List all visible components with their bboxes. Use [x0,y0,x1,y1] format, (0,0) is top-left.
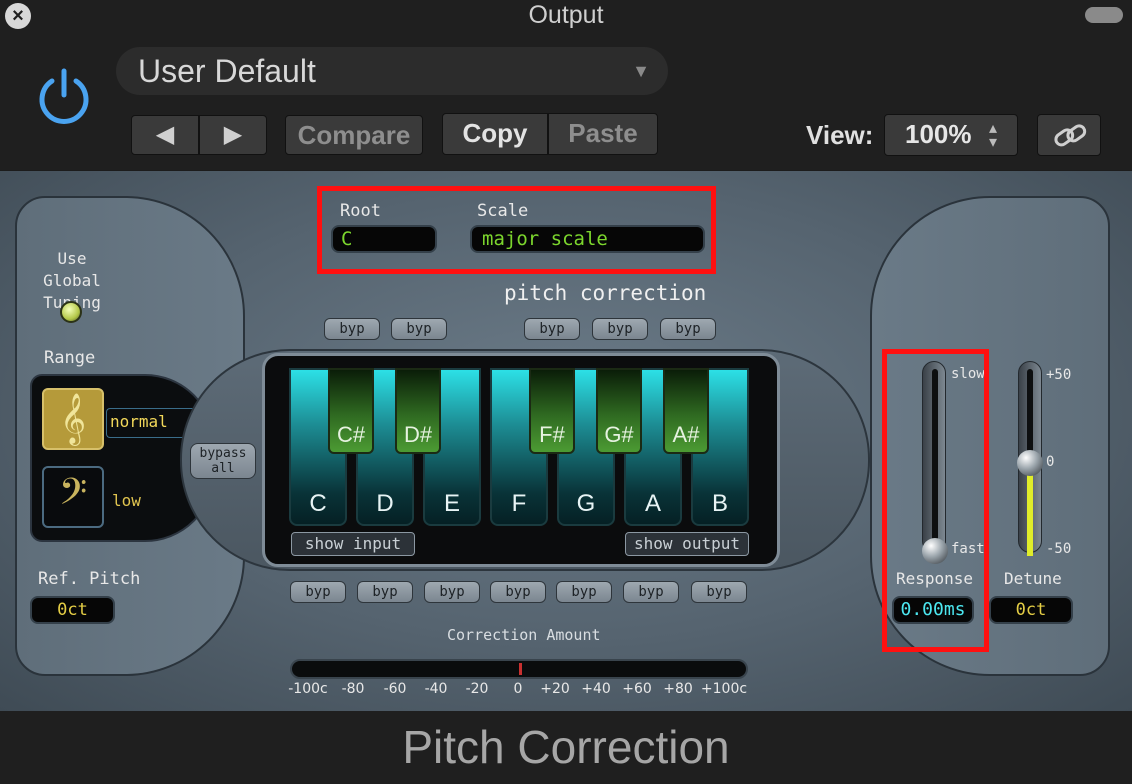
power-button[interactable] [32,63,96,127]
show-input-button[interactable]: show input [291,532,415,556]
power-icon [39,68,89,124]
range-normal-label: normal [110,412,168,431]
compare-button[interactable]: Compare [285,115,423,155]
chevron-down-icon: ▼ [632,61,650,81]
meter-tick-label: +40 [581,681,611,697]
correction-amount-label: Correction Amount [447,626,601,644]
bypass-a-sharp-button[interactable]: byp [660,318,716,340]
detune-label: Detune [1004,569,1062,588]
detune-slider-fill [1027,474,1033,556]
meter-center-mark [519,663,522,675]
key-d-sharp[interactable]: D# [395,368,441,454]
pitch-correction-label: pitch correction [504,281,707,305]
stepper-icon: ▴ ▾ [989,120,998,151]
bypass-g-sharp-button[interactable]: byp [592,318,648,340]
copy-button[interactable]: Copy [442,113,548,155]
bypass-b-button[interactable]: byp [691,581,747,603]
detune-max-label: +50 [1046,367,1072,383]
view-zoom-select[interactable]: 100% ▴ ▾ [884,114,1018,156]
bypass-d-sharp-button[interactable]: byp [391,318,447,340]
bypass-a-button[interactable]: byp [623,581,679,603]
keyboard: C D E F G A B C# D# F# G# A# show input … [262,353,780,567]
next-preset-button[interactable]: ▶ [199,115,267,155]
show-output-button[interactable]: show output [625,532,749,556]
arrow-left-icon: ◀ [155,121,175,148]
preset-dropdown[interactable]: User Default ▼ [116,47,668,95]
preset-name: User Default [138,53,316,89]
key-f-sharp[interactable]: F# [529,368,575,454]
meter-tick-label: +60 [622,681,652,697]
meter-tick-label: -80 [341,681,365,697]
close-icon[interactable]: × [5,3,31,29]
bass-clef-icon[interactable]: 𝄢 [42,466,104,528]
ref-pitch-field[interactable]: 0ct [30,596,115,624]
meter-tick-label: -100c [288,681,328,697]
meter-tick-label: +20 [540,681,570,697]
treble-clef-icon[interactable]: 𝄞 [42,388,104,450]
window-title: Output [528,1,604,29]
range-low-label: low [112,491,141,510]
meter-tick-label: +100c [700,681,748,697]
bypass-c-button[interactable]: byp [290,581,346,603]
key-a-sharp[interactable]: A# [663,368,709,454]
bypass-c-sharp-button[interactable]: byp [324,318,380,340]
arrow-right-icon: ▶ [223,121,243,148]
key-c-sharp[interactable]: C# [328,368,374,454]
bypass-f-sharp-button[interactable]: byp [524,318,580,340]
previous-preset-button[interactable]: ◀ [131,115,199,155]
pitch-correction-panel: Use Global Tuning Range 𝄞 normal 𝄢 low R… [0,171,1132,711]
ref-pitch-label: Ref. Pitch [38,569,141,589]
window-resize-pill[interactable] [1085,7,1123,23]
view-label: View: [806,120,874,150]
link-button[interactable] [1037,114,1101,156]
meter-tick-label: +80 [663,681,693,697]
plugin-footer: Pitch Correction [0,711,1132,784]
meter-tick-label: 0 [513,681,523,697]
use-global-tuning-toggle[interactable] [60,301,82,323]
bypass-d-button[interactable]: byp [357,581,413,603]
correction-amount-meter [290,659,748,679]
detune-value-field[interactable]: 0ct [989,596,1073,624]
range-label: Range [44,348,96,368]
detune-mid-label: 0 [1046,454,1055,470]
bypass-f-button[interactable]: byp [490,581,546,603]
paste-button[interactable]: Paste [548,113,658,155]
key-g-sharp[interactable]: G# [596,368,642,454]
link-icon [1054,124,1087,147]
meter-tick-label: -40 [424,681,448,697]
bypass-all-button[interactable]: bypass all [190,443,256,479]
root-scale-highlight-box [317,186,716,274]
view-zoom-value: 100% [905,119,972,149]
bypass-e-button[interactable]: byp [424,581,480,603]
detune-min-label: -50 [1046,541,1072,557]
plugin-header: Output × User Default ▼ ◀ ▶ Compare Copy… [0,0,1132,170]
meter-tick-label: -20 [465,681,489,697]
plugin-name: Pitch Correction [402,721,730,773]
meter-tick-label: -60 [383,681,407,697]
bypass-g-button[interactable]: byp [556,581,612,603]
response-highlight-box [882,349,989,652]
detune-slider-handle[interactable] [1017,450,1043,476]
